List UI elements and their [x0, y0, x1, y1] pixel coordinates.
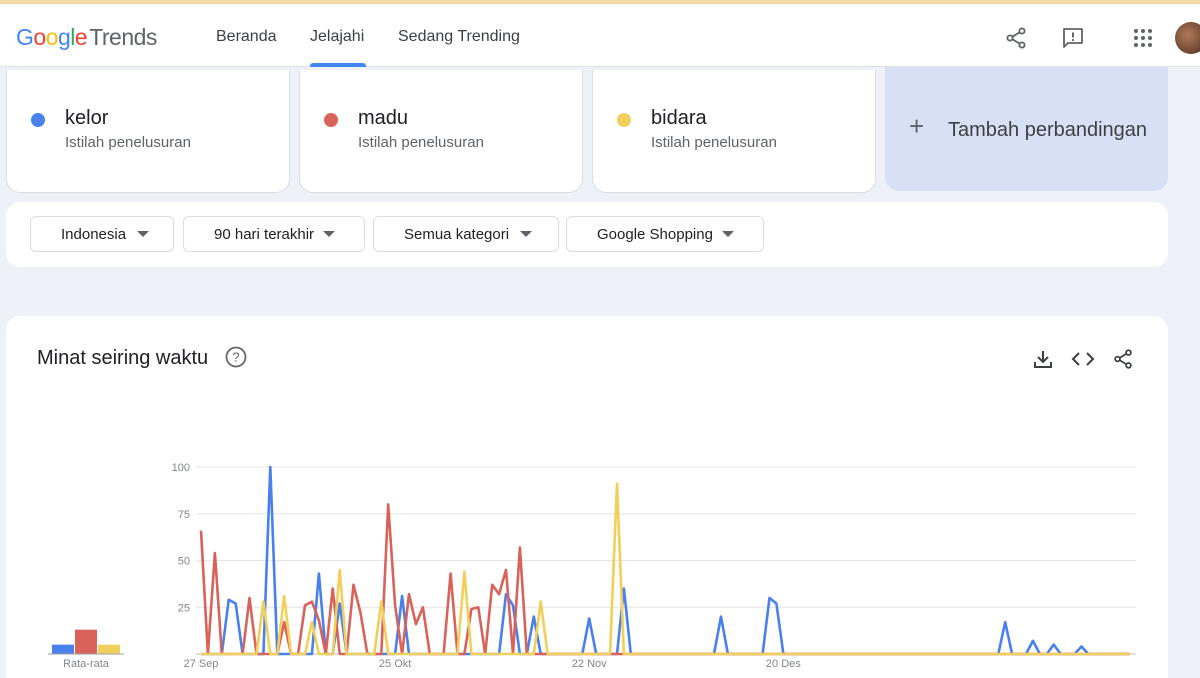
caret-down-icon [722, 231, 734, 237]
svg-text:?: ? [232, 350, 239, 365]
filter-label: Google Shopping [597, 226, 713, 243]
series-color-dot [324, 113, 338, 127]
add-comparison-button[interactable]: + Tambah perbandingan [885, 67, 1168, 191]
filter-label: 90 hari terakhir [214, 226, 315, 243]
share-icon[interactable] [1112, 348, 1134, 370]
caret-down-icon [137, 231, 149, 237]
nav-active-indicator [310, 63, 366, 67]
term-type: Istilah penelusuran [651, 134, 777, 151]
term-type: Istilah penelusuran [65, 134, 191, 151]
term-name: bidara [651, 107, 707, 129]
caret-down-icon [520, 231, 532, 237]
term-card-kelor[interactable]: kelor Istilah penelusuran [6, 70, 290, 193]
chart-card-title: Minat seiring waktu [37, 347, 209, 369]
app-header: GoogleTrends Beranda Jelajahi Sedang Tre… [0, 4, 1200, 67]
download-icon[interactable] [1032, 348, 1054, 370]
feedback-icon[interactable] [1061, 26, 1085, 50]
embed-icon[interactable] [1071, 348, 1095, 370]
nav-jelajahi[interactable]: Jelajahi [310, 28, 364, 46]
filter-bar: Indonesia 90 hari terakhir Semua kategor… [6, 202, 1168, 267]
term-card-bidara[interactable]: bidara Istilah penelusuran [592, 70, 876, 193]
avatar[interactable] [1175, 22, 1200, 54]
add-comparison-label: Tambah perbandingan [948, 119, 1148, 141]
filter-region[interactable]: Indonesia [30, 216, 174, 252]
interest-over-time-card: Minat seiring waktu ? [6, 316, 1168, 678]
filter-time-range[interactable]: 90 hari terakhir [183, 216, 365, 252]
logo-trends-text: Trends [89, 24, 157, 50]
help-icon[interactable]: ? [225, 346, 247, 368]
series-color-dot [31, 113, 45, 127]
nav-beranda[interactable]: Beranda [216, 28, 277, 46]
series-color-dot [617, 113, 631, 127]
term-card-madu[interactable]: madu Istilah penelusuran [299, 70, 583, 193]
term-name: kelor [65, 107, 109, 129]
filter-search-type[interactable]: Google Shopping [566, 216, 764, 252]
google-trends-logo[interactable]: GoogleTrends [16, 24, 157, 51]
caret-down-icon [323, 231, 335, 237]
apps-grid-icon[interactable] [1131, 26, 1155, 50]
plus-icon: + [909, 111, 925, 141]
filter-category[interactable]: Semua kategori [373, 216, 559, 252]
nav-sedang-trending[interactable]: Sedang Trending [398, 28, 520, 46]
term-type: Istilah penelusuran [358, 134, 484, 151]
filter-label: Indonesia [61, 226, 127, 243]
filter-label: Semua kategori [404, 226, 510, 243]
term-name: madu [358, 107, 409, 129]
share-icon[interactable] [1004, 26, 1028, 50]
